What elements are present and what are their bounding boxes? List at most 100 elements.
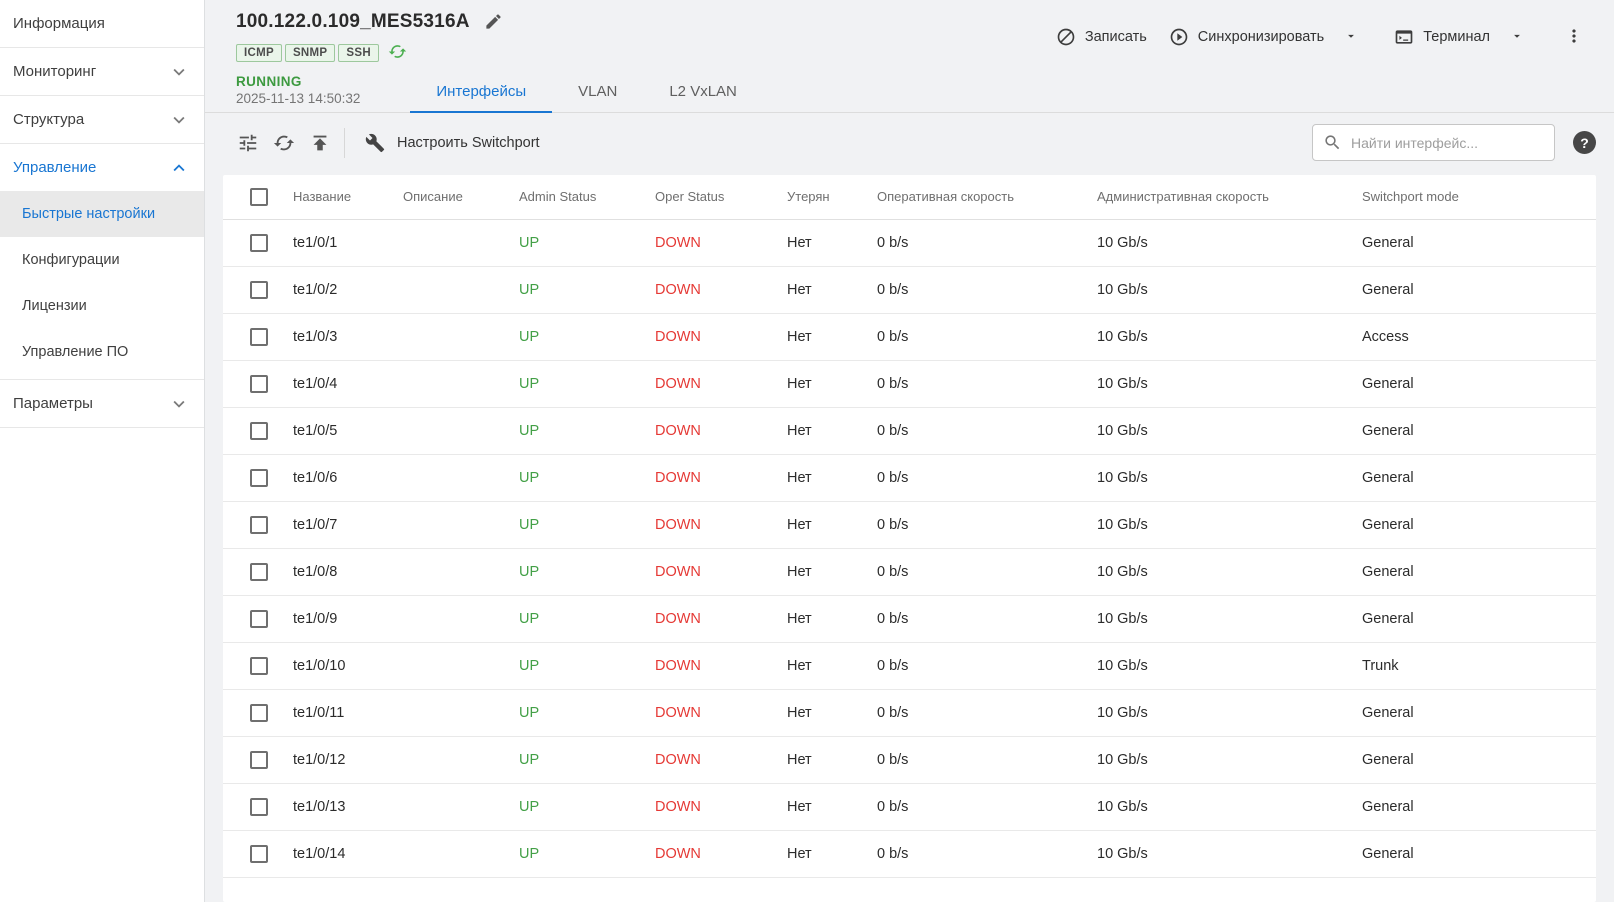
sync-dropdown-button[interactable] — [1336, 23, 1366, 52]
table-row[interactable]: te1/0/6 UP DOWN Нет 0 b/s 10 Gb/s Genera… — [223, 454, 1596, 501]
column-header[interactable]: Admin Status — [511, 175, 647, 219]
row-checkbox[interactable] — [250, 234, 268, 252]
cell-name: te1/0/6 — [285, 454, 395, 501]
cell-admin-status: UP — [511, 313, 647, 360]
cell-name: te1/0/7 — [285, 501, 395, 548]
cell-oper-status: DOWN — [647, 783, 779, 830]
row-checkbox[interactable] — [250, 704, 268, 722]
row-checkbox[interactable] — [250, 751, 268, 769]
select-all-checkbox[interactable] — [250, 188, 268, 206]
row-checkbox[interactable] — [250, 563, 268, 581]
table-row[interactable]: te1/0/1 UP DOWN Нет 0 b/s 10 Gb/s Genera… — [223, 219, 1596, 266]
table-row[interactable]: te1/0/10 UP DOWN Нет 0 b/s 10 Gb/s Trunk — [223, 642, 1596, 689]
sidebar-section: Структура — [0, 96, 204, 144]
cell-admin-speed: 10 Gb/s — [1089, 783, 1354, 830]
sidebar-section: Параметры — [0, 380, 204, 428]
filter-columns-button[interactable] — [230, 125, 266, 161]
row-checkbox[interactable] — [250, 516, 268, 534]
cell-description — [395, 548, 511, 595]
sidebar-subitem[interactable]: Быстрые настройки — [0, 191, 204, 237]
configure-switchport-button[interactable]: Настроить Switchport — [357, 126, 548, 160]
table-row[interactable]: te1/0/8 UP DOWN Нет 0 b/s 10 Gb/s Genera… — [223, 548, 1596, 595]
cell-admin-speed: 10 Gb/s — [1089, 830, 1354, 877]
cell-description — [395, 407, 511, 454]
row-checkbox[interactable] — [250, 469, 268, 487]
write-icon — [1056, 27, 1076, 47]
sidebar-item-label: Управление — [13, 159, 96, 176]
cell-oper-speed: 0 b/s — [869, 501, 1089, 548]
row-checkbox[interactable] — [250, 845, 268, 863]
column-header[interactable]: Oper Status — [647, 175, 779, 219]
table-row[interactable]: te1/0/12 UP DOWN Нет 0 b/s 10 Gb/s Gener… — [223, 736, 1596, 783]
tabs: Интерфейсы VLAN L2 VxLAN — [410, 70, 763, 112]
cell-oper-speed: 0 b/s — [869, 595, 1089, 642]
cell-admin-status: UP — [511, 407, 647, 454]
terminal-dropdown-button[interactable] — [1502, 23, 1532, 52]
tab[interactable]: L2 VxLAN — [643, 70, 763, 112]
table-row[interactable]: te1/0/11 UP DOWN Нет 0 b/s 10 Gb/s Gener… — [223, 689, 1596, 736]
edit-title-button[interactable] — [482, 10, 505, 33]
column-header[interactable]: Название — [285, 175, 395, 219]
sidebar-item[interactable]: Структура — [0, 96, 204, 143]
upload-icon — [309, 132, 331, 154]
cell-lost: Нет — [779, 313, 869, 360]
sidebar-subitem[interactable]: Конфигурации — [0, 237, 204, 283]
table-row[interactable]: te1/0/14 UP DOWN Нет 0 b/s 10 Gb/s Gener… — [223, 830, 1596, 877]
cell-name: te1/0/13 — [285, 783, 395, 830]
column-header[interactable]: Оперативная скорость — [869, 175, 1089, 219]
table-row[interactable]: te1/0/7 UP DOWN Нет 0 b/s 10 Gb/s Genera… — [223, 501, 1596, 548]
table-toolbar: Настроить Switchport ? — [205, 113, 1614, 172]
row-checkbox[interactable] — [250, 328, 268, 346]
table-row[interactable]: te1/0/13 UP DOWN Нет 0 b/s 10 Gb/s Gener… — [223, 783, 1596, 830]
status-refresh-icon[interactable] — [382, 42, 407, 64]
row-checkbox[interactable] — [250, 281, 268, 299]
cell-oper-status: DOWN — [647, 689, 779, 736]
sidebar-subitem-label: Быстрые настройки — [22, 206, 155, 222]
column-header[interactable]: Административная скорость — [1089, 175, 1354, 219]
sidebar-section: Информация — [0, 0, 204, 48]
column-header[interactable]: Описание — [395, 175, 511, 219]
table-row[interactable]: te1/0/4 UP DOWN Нет 0 b/s 10 Gb/s Genera… — [223, 360, 1596, 407]
table-row[interactable]: te1/0/9 UP DOWN Нет 0 b/s 10 Gb/s Genera… — [223, 595, 1596, 642]
sidebar-item[interactable]: Информация — [0, 0, 204, 47]
sidebar-section: Управление Быстрые настройки Конфигураци… — [0, 144, 204, 380]
row-checkbox[interactable] — [250, 657, 268, 675]
tab[interactable]: Интерфейсы — [410, 70, 552, 112]
sidebar-item[interactable]: Мониторинг — [0, 48, 204, 95]
cell-description — [395, 689, 511, 736]
refresh-table-button[interactable] — [266, 125, 302, 161]
row-checkbox[interactable] — [250, 610, 268, 628]
pencil-icon — [484, 12, 503, 31]
more-options-button[interactable] — [1558, 20, 1590, 55]
column-header[interactable]: Switchport mode — [1354, 175, 1596, 219]
table-row[interactable]: te1/0/5 UP DOWN Нет 0 b/s 10 Gb/s Genera… — [223, 407, 1596, 454]
cell-name: te1/0/11 — [285, 689, 395, 736]
search-input[interactable] — [1351, 135, 1544, 151]
upload-button[interactable] — [302, 125, 338, 161]
cell-oper-speed: 0 b/s — [869, 830, 1089, 877]
tab[interactable]: VLAN — [552, 70, 643, 112]
sidebar-item[interactable]: Управление — [0, 144, 204, 191]
write-button[interactable]: Записать — [1046, 19, 1157, 55]
table-row[interactable]: te1/0/3 UP DOWN Нет 0 b/s 10 Gb/s Access — [223, 313, 1596, 360]
column-header[interactable]: Утерян — [779, 175, 869, 219]
row-checkbox[interactable] — [250, 422, 268, 440]
table-row[interactable]: te1/0/2 UP DOWN Нет 0 b/s 10 Gb/s Genera… — [223, 266, 1596, 313]
sync-button[interactable]: Синхронизировать — [1159, 19, 1334, 55]
sidebar-subitem[interactable]: Управление ПО — [0, 329, 204, 375]
help-button[interactable]: ? — [1573, 131, 1596, 154]
cell-oper-status: DOWN — [647, 736, 779, 783]
cell-switchport-mode: General — [1354, 548, 1596, 595]
row-checkbox[interactable] — [250, 375, 268, 393]
cell-oper-speed: 0 b/s — [869, 642, 1089, 689]
cell-admin-speed: 10 Gb/s — [1089, 407, 1354, 454]
cell-description — [395, 360, 511, 407]
row-checkbox[interactable] — [250, 798, 268, 816]
cell-admin-status: UP — [511, 501, 647, 548]
sidebar-subitem[interactable]: Лицензии — [0, 283, 204, 329]
terminal-button[interactable]: Терминал — [1384, 19, 1500, 55]
interfaces-table: НазваниеОписаниеAdmin StatusOper StatusУ… — [223, 175, 1596, 878]
sidebar-item[interactable]: Параметры — [0, 380, 204, 427]
cell-admin-speed: 10 Gb/s — [1089, 501, 1354, 548]
cell-oper-speed: 0 b/s — [869, 783, 1089, 830]
